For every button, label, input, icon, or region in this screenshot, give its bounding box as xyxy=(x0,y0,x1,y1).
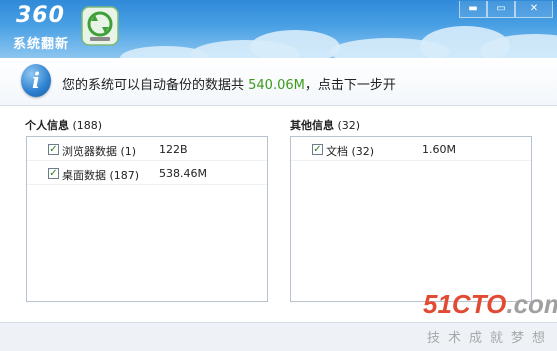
item-label: 文档 (32) xyxy=(326,145,375,158)
item-size: 538.46M xyxy=(159,167,207,180)
window-controls: ▬ ▭ ✕ xyxy=(459,1,553,18)
watermark-brand: 51CTO xyxy=(423,289,507,319)
app-logo-text: 360 xyxy=(16,3,65,28)
list-item[interactable]: ✓ 文档 (32) 1.60M xyxy=(291,139,531,161)
other-info-count: (32) xyxy=(337,119,361,132)
personal-info-heading: 个人信息 (188) xyxy=(25,117,102,133)
close-button[interactable]: ✕ xyxy=(515,1,553,18)
watermark-logo: 51CTO.com xyxy=(423,289,557,320)
item-size: 122B xyxy=(159,143,188,156)
info-banner: i 您的系统可以自动备份的数据共 540.06M，点击下一步开 xyxy=(0,58,557,106)
refresh-disk-icon xyxy=(81,6,119,46)
item-label: 浏览器数据 (1) xyxy=(62,145,137,158)
minimize-button[interactable]: ▬ xyxy=(459,1,487,18)
banner-text-prefix: 您的系统可以自动备份的数据共 xyxy=(62,78,249,93)
checkbox[interactable]: ✓ xyxy=(312,144,323,155)
info-icon: i xyxy=(21,64,51,97)
personal-info-list: ✓ 浏览器数据 (1) 122B ✓ 桌面数据 (187) 538.46M xyxy=(26,136,268,302)
list-item[interactable]: ✓ 浏览器数据 (1) 122B xyxy=(27,139,267,161)
item-size: 1.60M xyxy=(422,143,456,156)
cloud-decoration xyxy=(250,30,340,58)
other-info-title: 其他信息 xyxy=(290,119,334,132)
other-info-list: ✓ 文档 (32) 1.60M xyxy=(290,136,532,302)
watermark: 51CTO.com 技术成就梦想 xyxy=(417,289,557,346)
banner-text-suffix: ，点击下一步开 xyxy=(304,78,396,93)
watermark-slogan: 技术成就梦想 xyxy=(427,331,554,346)
list-item[interactable]: ✓ 桌面数据 (187) 538.46M xyxy=(27,163,267,185)
other-info-heading: 其他信息 (32) xyxy=(290,117,360,133)
app-logo-subtitle: 系统翻新 xyxy=(13,37,70,52)
banner-message: 您的系统可以自动备份的数据共 540.06M，点击下一步开 xyxy=(62,74,396,93)
personal-info-title: 个人信息 xyxy=(25,119,69,132)
backup-amount: 540.06M xyxy=(248,78,305,93)
restore-button[interactable]: ▭ xyxy=(487,1,515,18)
title-bar: 360 系统翻新 ▬ ▭ ✕ xyxy=(0,0,557,58)
watermark-domain: .com xyxy=(506,289,557,319)
checkbox[interactable]: ✓ xyxy=(48,168,59,179)
checkbox[interactable]: ✓ xyxy=(48,144,59,155)
personal-info-count: (188) xyxy=(72,119,103,132)
item-label: 桌面数据 (187) xyxy=(62,169,140,182)
